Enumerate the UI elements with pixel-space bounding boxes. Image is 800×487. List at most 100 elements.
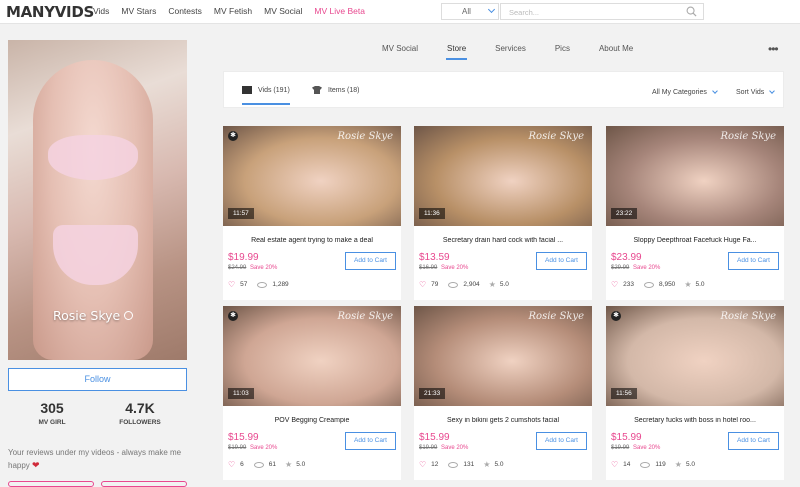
special-badge-icon: ✱ (611, 311, 621, 321)
add-to-cart-button[interactable]: Add to Cart (728, 252, 779, 270)
video-duration: 11:03 (228, 388, 254, 399)
video-old-price: $24.99 (228, 265, 247, 271)
search-placeholder: Search... (509, 8, 540, 17)
search-input[interactable]: Search... (500, 3, 704, 20)
profile-photo[interactable]: Rosie Skye (8, 40, 187, 360)
star-icon: ★ (674, 460, 682, 469)
nav-mv-fetish[interactable]: MV Fetish (214, 6, 252, 16)
view-count: 1,289 (272, 281, 289, 288)
follow-button[interactable]: Follow (8, 368, 187, 391)
tip-button[interactable] (101, 481, 187, 487)
video-thumbnail[interactable]: Rosie Skye 21:33 (414, 306, 592, 406)
video-old-price: $19.99 (611, 445, 630, 451)
like-count: 12 (431, 461, 439, 468)
sort-label: Sort Vids (736, 89, 765, 96)
categories-label: All My Categories (652, 89, 707, 96)
add-to-cart-button[interactable]: Add to Cart (345, 252, 396, 270)
heart-icon[interactable]: ♡ (419, 460, 426, 469)
video-discount: Save 20% (633, 265, 661, 271)
heart-icon[interactable]: ♡ (419, 280, 426, 289)
view-count: 2,904 (463, 281, 480, 288)
eye-icon (448, 461, 459, 468)
sort-dropdown[interactable]: Sort Vids (736, 88, 776, 96)
subtab-vids[interactable]: Vids (191) (242, 86, 290, 105)
video-title[interactable]: Sloppy Deepthroat Facefuck Huge Fa... (606, 237, 784, 244)
heart-icon[interactable]: ♡ (611, 460, 618, 469)
verified-icon (124, 311, 134, 320)
heart-icon[interactable]: ♡ (228, 460, 235, 469)
add-to-cart-button[interactable]: Add to Cart (536, 252, 587, 270)
more-options-icon[interactable]: ••• (768, 42, 779, 56)
eye-icon (253, 461, 264, 468)
add-to-cart-button[interactable]: Add to Cart (536, 432, 587, 450)
video-stats: ♡ 12 131 ★ 5.0 (419, 460, 503, 469)
message-button[interactable] (8, 481, 94, 487)
add-to-cart-button[interactable]: Add to Cart (345, 432, 396, 450)
rating-value: 5.0 (494, 461, 504, 468)
tab-mv-social[interactable]: MV Social (382, 44, 418, 53)
watermark: Rosie Skye (337, 311, 393, 322)
video-thumbnail[interactable]: ✱ Rosie Skye 11:57 (223, 126, 401, 226)
nav-mv-live[interactable]: MV Live Beta (314, 6, 365, 16)
profile-bio: Your reviews under my videos - always ma… (8, 446, 188, 472)
add-to-cart-button[interactable]: Add to Cart (728, 432, 779, 450)
video-old-price: $16.99 (419, 265, 438, 271)
like-count: 233 (623, 281, 635, 288)
logo[interactable]: MANYVIDS (6, 3, 94, 21)
filter-value: All (462, 7, 471, 16)
video-title[interactable]: Secretary fucks with boss in hotel roo..… (606, 417, 784, 424)
heart-icon: ❤ (32, 460, 40, 470)
video-price: $15.99 (611, 432, 642, 443)
watermark: Rosie Skye (528, 311, 584, 322)
video-thumbnail[interactable]: Rosie Skye 23:22 (606, 126, 784, 226)
items-label: Items (18) (328, 86, 360, 94)
search-filter-select[interactable]: All (441, 3, 499, 20)
chevron-down-icon (712, 88, 718, 94)
star-icon: ★ (488, 280, 496, 289)
video-card[interactable]: Rosie Skye 23:22 Sloppy Deepthroat Facef… (606, 126, 784, 300)
tab-about-me[interactable]: About Me (599, 44, 633, 53)
nav-contests[interactable]: Contests (168, 6, 202, 16)
video-price: $23.99 (611, 252, 642, 263)
tab-pics[interactable]: Pics (555, 44, 570, 53)
tab-services[interactable]: Services (495, 44, 526, 53)
vids-label: Vids (191) (258, 86, 290, 94)
heart-icon[interactable]: ♡ (228, 280, 235, 289)
video-duration: 23:22 (611, 208, 638, 219)
watermark: Rosie Skye (720, 311, 776, 322)
video-title[interactable]: POV Begging Creampie (223, 417, 401, 424)
nav-mv-stars[interactable]: MV Stars (121, 6, 156, 16)
video-stats: ♡ 14 119 ★ 5.0 (611, 460, 695, 469)
video-card[interactable]: ✱ Rosie Skye 11:56 Secretary fucks with … (606, 306, 784, 480)
nav-mv-social[interactable]: MV Social (264, 6, 302, 16)
video-card[interactable]: Rosie Skye 21:33 Sexy in bikini gets 2 c… (414, 306, 592, 480)
video-duration: 11:56 (611, 388, 637, 399)
video-stats: ♡ 57 1,289 (228, 280, 289, 289)
search-icon[interactable] (686, 6, 697, 17)
video-card[interactable]: ✱ Rosie Skye 11:57 Real estate agent try… (223, 126, 401, 300)
rating-value: 5.0 (499, 281, 509, 288)
special-badge-icon: ✱ (228, 311, 238, 321)
video-duration: 11:36 (419, 208, 445, 219)
heart-icon[interactable]: ♡ (611, 280, 618, 289)
watermark: Rosie Skye (720, 131, 776, 142)
video-thumbnail[interactable]: Rosie Skye 11:36 (414, 126, 592, 226)
video-thumbnail[interactable]: ✱ Rosie Skye 11:56 (606, 306, 784, 406)
rating-value: 5.0 (685, 461, 695, 468)
clapperboard-icon (242, 86, 252, 94)
video-title[interactable]: Sexy in bikini gets 2 cumshots facial (414, 417, 592, 424)
video-title[interactable]: Real estate agent trying to make a deal (223, 237, 401, 244)
tab-store[interactable]: Store (446, 44, 468, 60)
video-discount: Save 20% (441, 445, 469, 451)
video-card[interactable]: Rosie Skye 11:36 Secretary drain hard co… (414, 126, 592, 300)
video-title[interactable]: Secretary drain hard cock with facial ..… (414, 237, 592, 244)
followers-stat: 4.7K FOLLOWERS (115, 400, 165, 426)
watermark: Rosie Skye (337, 131, 393, 142)
view-count: 119 (655, 461, 666, 468)
video-thumbnail[interactable]: ✱ Rosie Skye 11:03 (223, 306, 401, 406)
subtab-items[interactable]: Items (18) (312, 86, 360, 94)
nav-vids[interactable]: Vids (93, 6, 109, 16)
video-card[interactable]: ✱ Rosie Skye 11:03 POV Begging Creampie … (223, 306, 401, 480)
categories-dropdown[interactable]: All My Categories (652, 88, 718, 96)
video-price: $13.59 (419, 252, 450, 263)
